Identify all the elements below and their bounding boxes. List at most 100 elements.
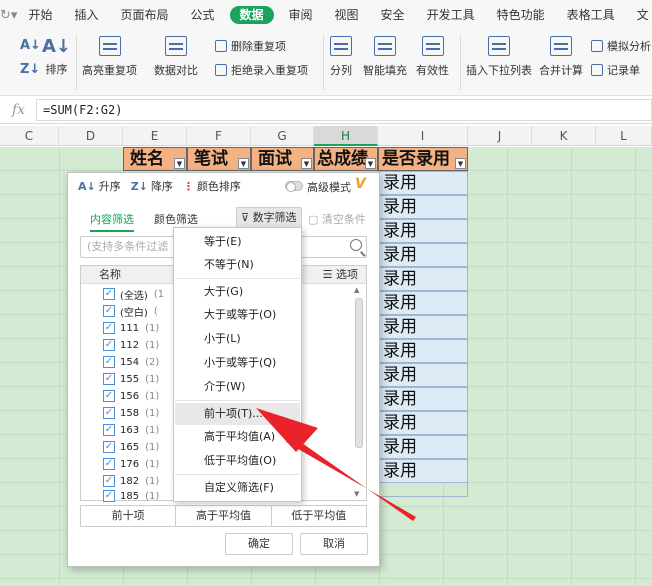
column-header-j[interactable]: J [468,126,532,146]
number-filter-button[interactable]: ⊽ 数字筛选 [236,207,302,229]
list-item[interactable]: ✓ 163 (1) [103,422,159,438]
tab-data[interactable]: 数据 [229,6,274,24]
simulate-analysis-button[interactable]: 模拟分析 [591,38,651,54]
merge-calc-button[interactable]: 合并计算 [539,36,583,78]
scroll-down-icon[interactable]: ▼ [354,490,359,498]
list-item[interactable]: ✓ (空白) ( [103,303,158,319]
column-header-g[interactable]: G [251,126,314,146]
checkbox[interactable]: ✓ [103,490,115,502]
filter-dropdown-icon[interactable]: ▼ [365,158,376,169]
menu-item-between[interactable]: 介于(W) [175,376,300,398]
fx-icon[interactable]: fx [12,102,25,118]
delete-duplicates-button[interactable]: 删除重复项 [215,38,286,54]
list-item[interactable]: ✓ 156 (1) [103,388,159,404]
checkbox[interactable]: ✓ [103,373,115,385]
sort-button[interactable]: A↓ 排序 [42,36,71,77]
menu-item-below-average[interactable]: 低于平均值(O) [175,450,300,472]
menu-item-greater[interactable]: 大于(G) [175,281,300,303]
cell-hired[interactable]: 录用 [378,195,468,219]
menu-item-less-equal[interactable]: 小于或等于(Q) [175,352,300,374]
filter-dropdown-icon[interactable]: ▼ [301,158,312,169]
list-item[interactable]: ✓ 165 (1) [103,439,159,455]
column-header-d[interactable]: D [59,126,123,146]
tab-home[interactable]: 开始 [17,0,63,30]
cell-hired[interactable]: 录用 [378,267,468,291]
smart-fill-button[interactable]: 智能填充 [363,36,407,78]
column-header-h[interactable]: H [314,126,378,146]
tab-more[interactable]: 文 [626,0,652,30]
checkbox[interactable]: ✓ [103,458,115,470]
cell-hired[interactable]: 录用 [378,387,468,411]
cell-hired[interactable]: 录用 [378,243,468,267]
menu-item-less[interactable]: 小于(L) [175,328,300,350]
header-cell-hired[interactable]: 是否录用 ▼ [378,147,468,171]
formula-input[interactable]: =SUM(F2:G2) [36,99,652,121]
column-header-f[interactable]: F [187,126,251,146]
list-item[interactable]: ✓ (全选) (1 [103,286,164,302]
cancel-button[interactable]: 取消 [300,533,368,555]
options-button[interactable]: ☰ 选项 [323,266,358,284]
cell-hired[interactable]: 录用 [378,339,468,363]
list-item[interactable]: ✓ 111 (1) [103,320,159,336]
list-item[interactable]: ✓ 185 (1) [103,488,159,504]
filter-dropdown-icon[interactable]: ▼ [455,158,466,169]
cell-hired[interactable]: 录用 [378,219,468,243]
header-cell-name[interactable]: 姓名 ▼ [123,147,187,171]
filter-dropdown-icon[interactable]: ▼ [174,158,185,169]
list-scrollbar[interactable]: ▲ ▼ [354,286,364,498]
sort-descending-button[interactable]: Z↓ 降序 [131,178,173,194]
tab-view[interactable]: 视图 [324,0,370,30]
list-item[interactable]: ✓ 158 (1) [103,405,159,421]
header-cell-written[interactable]: 笔试 ▼ [187,147,251,171]
below-average-button[interactable]: 低于平均值 [272,506,366,526]
above-average-button[interactable]: 高于平均值 [176,506,272,526]
record-form-button[interactable]: 记录单 [591,62,640,78]
highlight-duplicates-button[interactable]: 高亮重复项 [82,36,137,78]
cell-hired[interactable]: 录用 [378,291,468,315]
cell-hired[interactable]: 录用 [378,363,468,387]
tab-page-layout[interactable]: 页面布局 [109,0,179,30]
cell-empty[interactable] [378,483,468,497]
tab-review[interactable]: 审阅 [278,0,324,30]
checkbox[interactable]: ✓ [103,339,115,351]
tab-developer[interactable]: 开发工具 [416,0,486,30]
clear-conditions-button[interactable]: ▢ 清空条件 [308,211,366,227]
validity-button[interactable]: 有效性 [416,36,449,78]
cell-hired[interactable]: 录用 [378,171,468,195]
column-header-l[interactable]: L [596,126,652,146]
list-item[interactable]: ✓ 155 (1) [103,371,159,387]
data-compare-button[interactable]: 数据对比 [154,36,198,78]
sort-ascending-icon[interactable]: A↓ [20,38,41,53]
redo-icon[interactable]: ↻ [0,8,11,23]
menu-item-custom-filter[interactable]: 自定义筛选(F) [175,477,300,499]
checkbox[interactable]: ✓ [103,475,115,487]
list-item[interactable]: ✓ 176 (1) [103,456,159,472]
sort-descending-icon[interactable]: Z↓ [20,62,40,77]
header-cell-total[interactable]: 总成绩 ▼ [314,147,378,171]
insert-dropdown-list-button[interactable]: 插入下拉列表 [466,36,532,78]
menu-item-equals[interactable]: 等于(E) [175,231,300,253]
list-item[interactable]: ✓ 182 (1) [103,473,159,489]
tab-features[interactable]: 特色功能 [486,0,556,30]
menu-item-above-average[interactable]: 高于平均值(A) [175,426,300,448]
cell-hired[interactable]: 录用 [378,459,468,483]
tab-formula[interactable]: 公式 [179,0,225,30]
reject-duplicates-button[interactable]: 拒绝录入重复项 [215,62,308,78]
menu-item-greater-equal[interactable]: 大于或等于(O) [175,304,300,326]
advanced-mode-toggle[interactable] [285,181,303,192]
checkbox[interactable]: ✓ [103,322,115,334]
cell-hired[interactable]: 录用 [378,435,468,459]
checkbox[interactable]: ✓ [103,441,115,453]
tab-table-tools[interactable]: 表格工具 [556,0,626,30]
tab-color-filter[interactable]: 颜色筛选 [154,211,198,227]
cell-hired[interactable]: 录用 [378,315,468,339]
scrollbar-thumb[interactable] [355,298,363,448]
checkbox[interactable]: ✓ [103,305,115,317]
checkbox[interactable]: ✓ [103,356,115,368]
column-header-k[interactable]: K [532,126,596,146]
color-sort-button[interactable]: ⋮ 颜色排序 [183,178,241,194]
tab-content-filter[interactable]: 内容筛选 [90,211,134,232]
menu-item-not-equals[interactable]: 不等于(N) [175,254,300,276]
top10-button[interactable]: 前十项 [81,506,177,526]
checkbox[interactable]: ✓ [103,407,115,419]
